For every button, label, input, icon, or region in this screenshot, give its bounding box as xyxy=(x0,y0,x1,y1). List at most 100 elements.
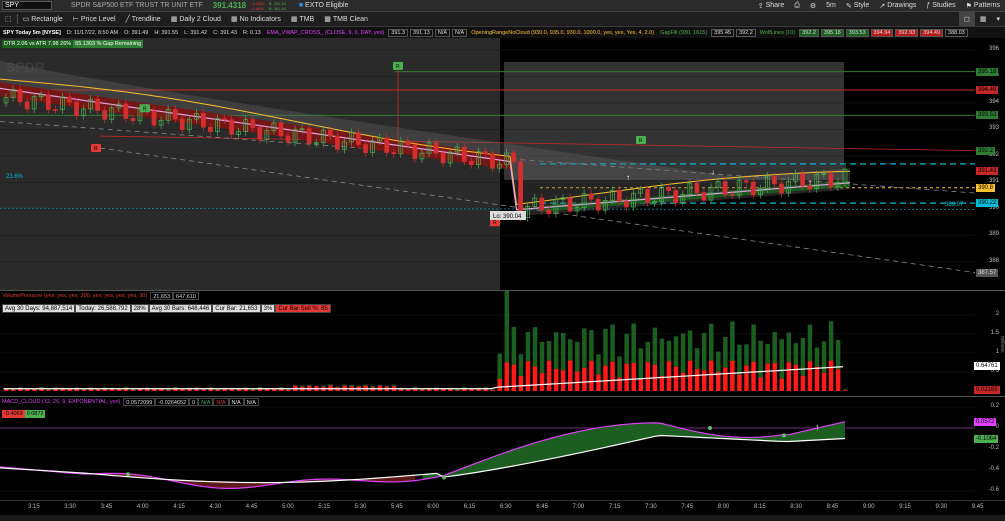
volume-bar-buy xyxy=(490,389,495,390)
symbol-input[interactable] xyxy=(2,1,52,10)
exto-badge: ■ EXTO Eligible xyxy=(294,0,354,11)
candle-body xyxy=(405,140,411,146)
volume-bar-buy xyxy=(412,386,418,389)
volume-bar-sell xyxy=(215,389,220,391)
single-layout-button[interactable]: ◻ xyxy=(959,12,975,26)
volume-bar-sell xyxy=(11,389,16,391)
style-button[interactable]: ✎ Style xyxy=(841,0,874,11)
drawing-toolbar: ⬚ ▭ Rectangle ⊢ Price Level ╱ Trendline ▦ Da… xyxy=(0,12,1005,27)
volume-bar-buy xyxy=(680,333,686,373)
time-axis[interactable]: 3:15 3:30 3:45 4:00 4:15 4:30 4:45 5:00 5:15 5:30… xyxy=(0,500,1005,521)
study-opening-range[interactable]: OpeningRangeNoCloud (930.0, 935.0, 930.0… xyxy=(468,30,657,36)
share-button[interactable]: ⇪ Share xyxy=(753,0,790,11)
patterns-icon: ⚑ xyxy=(965,2,972,10)
settings-button[interactable]: ⚙ xyxy=(805,0,821,11)
volume-bar-sell xyxy=(751,361,756,391)
rectangle-tool[interactable]: ▭ Rectangle xyxy=(18,12,68,26)
volume-bar-sell xyxy=(701,370,707,391)
candle-body xyxy=(95,98,101,111)
candle-body xyxy=(412,144,418,160)
macd-left-tag: -0.4069 xyxy=(2,410,25,418)
volume-bar-sell xyxy=(800,375,806,391)
volume-study-value: 21,653 xyxy=(150,292,174,300)
volume-bar-sell xyxy=(673,366,679,391)
tmb-button[interactable]: ▦ TMB xyxy=(286,12,319,26)
symbol-bar: SPDR S&P500 ETF TRUST TR UNIT ETF 391.43… xyxy=(0,0,1005,12)
macd-level-tag: 0.0572 xyxy=(974,417,997,426)
studies-button[interactable]: ƒ Studies xyxy=(921,0,960,11)
print-button[interactable]: ⎙ xyxy=(789,0,805,11)
volume-study-legend: VolumePressure (yes, yes, yes, 300, yes,… xyxy=(2,292,199,300)
macd-canvas[interactable]: ↑ xyxy=(0,397,1005,501)
study-legend-bar: SPY Today 5m [NYSE] D: 11/17/22, 8:50 AM… xyxy=(0,27,1005,38)
price-level-tag: 387.57 xyxy=(976,269,999,278)
candle-body xyxy=(278,122,284,137)
candle-body xyxy=(102,110,108,120)
price-level-tag: 392.2 xyxy=(976,146,996,155)
fib-price-label: 389.97 xyxy=(945,202,964,208)
volume-bar-buy xyxy=(293,385,298,386)
drawings-button[interactable]: ↗ Drawings xyxy=(874,0,921,11)
macd-tick: 0.2 xyxy=(990,403,999,409)
price-chart-canvas[interactable]: SPDR RRRRR↑↓↑ 23.6% Lo: 390.04 389.97 xyxy=(0,38,1005,290)
volume-bar-sell xyxy=(807,361,813,391)
candle-body xyxy=(391,152,397,155)
macd-left-tags: -0.4069 0.0872 xyxy=(2,410,46,418)
volume-bar-buy xyxy=(307,384,312,387)
time-tick: 9:45 xyxy=(971,504,984,510)
volume-bar-sell xyxy=(95,389,101,391)
today-volume: Today: 26,588,792 xyxy=(75,304,131,313)
tmb-clean-button[interactable]: ▦ TMB Clean xyxy=(319,12,373,26)
price-chart[interactable]: SPDR R R R R R ↑ ↓ ↑ 23.6% Lo: 390.04 389.97 DT… xyxy=(0,38,1005,290)
arrow-up-icon: ↑ xyxy=(626,173,630,182)
volume-panel[interactable]: VolumePressure (yes, yes, yes, 300, yes,… xyxy=(0,286,1005,396)
study-value: 394.49 xyxy=(920,28,944,37)
patterns-button[interactable]: ⚑ Patterns xyxy=(961,0,1005,11)
ask-value: A: 391.44 xyxy=(268,5,286,11)
time-tick: 3:30 xyxy=(64,504,76,510)
volume-bar-sell xyxy=(180,389,185,391)
candle-body xyxy=(567,197,573,212)
trendline-label: Trendline xyxy=(131,15,161,23)
candle-body xyxy=(208,126,213,132)
study-ema-vwap[interactable]: EMA_VWAP_CROSS_ (CLOSE, 9, 0, DAY, yes) xyxy=(264,30,388,36)
study-gapfill[interactable]: GapFill (930, 1615) xyxy=(657,30,710,36)
macd-panel[interactable]: ↑ MACD_CLOUD (12, 26, 9, EXPONENTIAL, ye… xyxy=(0,396,1005,500)
price-level-label: Price Level xyxy=(80,15,116,23)
candle-body xyxy=(595,198,601,211)
price-level-tool[interactable]: ⊢ Price Level xyxy=(68,12,121,26)
study-value: N/A xyxy=(452,28,468,37)
link-button[interactable]: ▾ xyxy=(991,12,1005,26)
style-icon: ✎ xyxy=(845,2,852,10)
candle-body xyxy=(52,109,58,111)
volume-bar-sell xyxy=(60,389,65,391)
volume-bar-sell xyxy=(497,379,502,391)
volume-bar-buy xyxy=(582,328,587,368)
volume-study-name[interactable]: VolumePressure (yes, yes, yes, 300, yes,… xyxy=(2,292,150,300)
volume-bar-buy xyxy=(744,344,749,366)
avg30-days: Avg 30 Days: 94,887,514 xyxy=(2,304,76,313)
cursor-tool[interactable]: ⬚ xyxy=(0,12,17,26)
volume-bar-sell xyxy=(546,360,552,391)
volume-bar-buy xyxy=(709,323,714,361)
volume-bar-sell xyxy=(469,389,474,391)
horizontal-scrollbar[interactable] xyxy=(0,515,1005,521)
signal-marker-label: R xyxy=(639,138,643,144)
macd-study-legend: MACD_CLOUD (12, 26, 9, EXPONENTIAL, yes)… xyxy=(2,398,259,406)
time-tick: 4:15 xyxy=(173,504,185,510)
studies-label: Studies xyxy=(932,2,956,9)
current-bar-volume: Cur Bar: 21,653 xyxy=(212,304,261,313)
volume-bar-sell xyxy=(575,371,580,391)
study-wolflines[interactable]: WolfLines (10) xyxy=(757,30,798,36)
no-indicators-button[interactable]: ▦ No Indicators xyxy=(226,12,286,26)
daily-2-cloud-button[interactable]: ▦ Daily 2 Cloud xyxy=(166,12,226,26)
aggregation-button[interactable]: 5m xyxy=(821,0,841,11)
macd-tick: -0.2 xyxy=(988,445,999,451)
current-bar-pct: 3% xyxy=(260,304,276,313)
volume-bar-buy xyxy=(779,339,784,379)
volume-bar-buy xyxy=(250,389,256,391)
trendline-tool[interactable]: ╱ Trendline xyxy=(121,12,166,26)
volume-bar-buy xyxy=(300,385,305,387)
grid-layout-button[interactable]: ▦ xyxy=(975,12,992,26)
macd-study-name[interactable]: MACD_CLOUD (12, 26, 9, EXPONENTIAL, yes) xyxy=(2,398,123,406)
